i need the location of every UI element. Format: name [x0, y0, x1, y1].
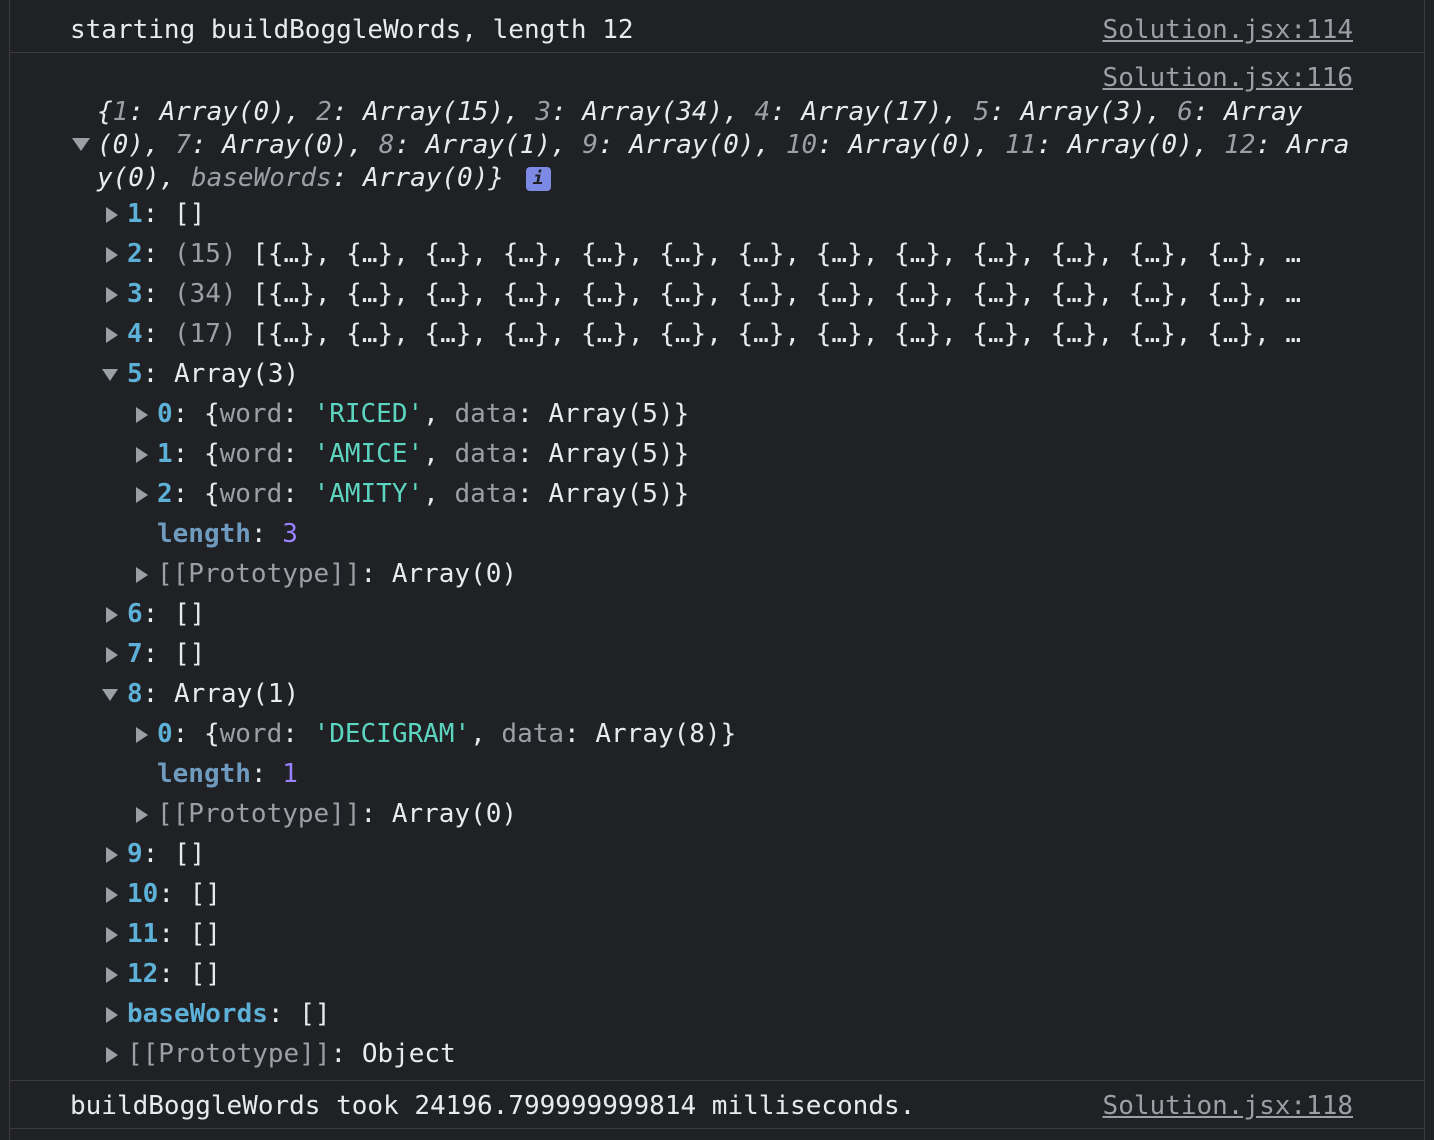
- tree-row-10[interactable]: 10: []: [104, 874, 221, 914]
- caret-down-icon[interactable]: [102, 688, 118, 701]
- console-divider: [10, 1080, 1424, 1081]
- caret-right-icon[interactable]: [106, 846, 118, 863]
- console-divider: [10, 52, 1424, 53]
- summary-value: Array(0): [1067, 130, 1193, 160]
- caret-right-icon[interactable]: [106, 286, 118, 303]
- caret-right-icon[interactable]: [136, 566, 148, 583]
- console-left-border: [9, 0, 10, 1140]
- summary-value: Array(0): [629, 130, 755, 160]
- summary-key: 7: [175, 130, 191, 160]
- summary-key: 6: [1177, 97, 1193, 127]
- tree-row-5-1[interactable]: 1: {word: 'AMICE', data: Array(5)}: [134, 434, 689, 474]
- summary-value: Array(17): [801, 97, 943, 127]
- summary-key: 11: [1005, 130, 1037, 160]
- summary-key: 5: [973, 97, 990, 127]
- console-right-border: [1424, 0, 1425, 1140]
- summary-key: 1: [112, 97, 129, 127]
- source-link-114[interactable]: Solution.jsx:114: [1103, 13, 1353, 47]
- summary-key: 3: [535, 97, 551, 127]
- caret-right-icon[interactable]: [106, 886, 118, 903]
- caret-right-icon[interactable]: [136, 806, 148, 823]
- console-divider: [10, 1128, 1424, 1129]
- tree-row-8-0[interactable]: 0: {word: 'DECIGRAM', data: Array(8)}: [134, 714, 736, 754]
- tree-row-8-length: length: 1: [157, 759, 298, 789]
- summary-key: 10: [785, 130, 818, 160]
- caret-right-icon[interactable]: [106, 646, 118, 663]
- source-link-116[interactable]: Solution.jsx:116: [1103, 61, 1353, 95]
- tree-row-8[interactable]: 8: Array(1): [102, 674, 299, 714]
- tree-row-prototype[interactable]: [[Prototype]]: Object: [104, 1034, 456, 1074]
- caret-right-icon[interactable]: [106, 606, 118, 623]
- tree-row-9[interactable]: 9: []: [104, 834, 205, 874]
- caret-down-icon[interactable]: [102, 368, 118, 381]
- summary-value: Array(15): [363, 97, 505, 127]
- tree-row-7[interactable]: 7: []: [104, 634, 205, 674]
- caret-right-icon[interactable]: [106, 1006, 118, 1023]
- tree-row-5-2[interactable]: 2: {word: 'AMITY', data: Array(5)}: [134, 474, 689, 514]
- tree-row-2[interactable]: 2: (15) [{…}, {…}, {…}, {…}, {…}, {…}, {…: [104, 234, 1301, 274]
- caret-right-icon[interactable]: [136, 446, 148, 463]
- tree-row-11[interactable]: 11: []: [104, 914, 221, 954]
- tree-row-5-length: length: 3: [157, 519, 298, 549]
- summary-value: Array(0): [222, 130, 348, 160]
- summary-value: Array(0): [848, 130, 974, 160]
- tree-row-12[interactable]: 12: []: [104, 954, 221, 994]
- console-message-start: starting buildBoggleWords, length 12: [70, 15, 634, 45]
- summary-value: Array(34): [582, 97, 724, 127]
- caret-right-icon[interactable]: [136, 406, 148, 423]
- summary-key: 8: [378, 130, 395, 160]
- caret-right-icon[interactable]: [106, 966, 118, 983]
- summary-value: Array(0): [159, 97, 285, 127]
- summary-value: Array(1): [425, 130, 551, 160]
- summary-key: 4: [754, 97, 771, 127]
- tree-row-5[interactable]: 5: Array(3): [102, 354, 299, 394]
- tree-row-1[interactable]: 1: []: [104, 194, 205, 234]
- tree-row-8-prototype[interactable]: [[Prototype]]: Array(0): [134, 794, 517, 834]
- summary-key: baseWords: [190, 163, 332, 193]
- caret-right-icon[interactable]: [106, 206, 118, 223]
- tree-row-5-prototype[interactable]: [[Prototype]]: Array(0): [134, 554, 517, 594]
- caret-right-icon[interactable]: [136, 486, 148, 503]
- caret-right-icon[interactable]: [136, 726, 148, 743]
- caret-right-icon[interactable]: [106, 1046, 118, 1063]
- source-link-118[interactable]: Solution.jsx:118: [1103, 1089, 1353, 1123]
- summary-key: 2: [316, 97, 332, 127]
- caret-right-icon[interactable]: [106, 926, 118, 943]
- summary-value: Array(3): [1020, 97, 1146, 127]
- summary-key: 12: [1224, 130, 1256, 160]
- object-summary[interactable]: {1: Array(0), 2: Array(15), 3: Array(34)…: [97, 96, 1359, 195]
- caret-right-icon[interactable]: [106, 326, 118, 343]
- tree-row-5-0[interactable]: 0: {word: 'RICED', data: Array(5)}: [134, 394, 689, 434]
- expand-object-icon[interactable]: [72, 138, 90, 152]
- summary-key: 9: [582, 130, 598, 160]
- summary-value: Array(0): [363, 163, 489, 193]
- console-message-end: buildBoggleWords took 24196.799999999814…: [70, 1091, 916, 1121]
- tree-row-4[interactable]: 4: (17) [{…}, {…}, {…}, {…}, {…}, {…}, {…: [104, 314, 1301, 354]
- tree-row-basewords[interactable]: baseWords: []: [104, 994, 331, 1034]
- tree-row-3[interactable]: 3: (34) [{…}, {…}, {…}, {…}, {…}, {…}, {…: [104, 274, 1301, 314]
- tree-row-6[interactable]: 6: []: [104, 594, 205, 634]
- info-icon[interactable]: i: [525, 166, 551, 191]
- caret-right-icon[interactable]: [106, 246, 118, 263]
